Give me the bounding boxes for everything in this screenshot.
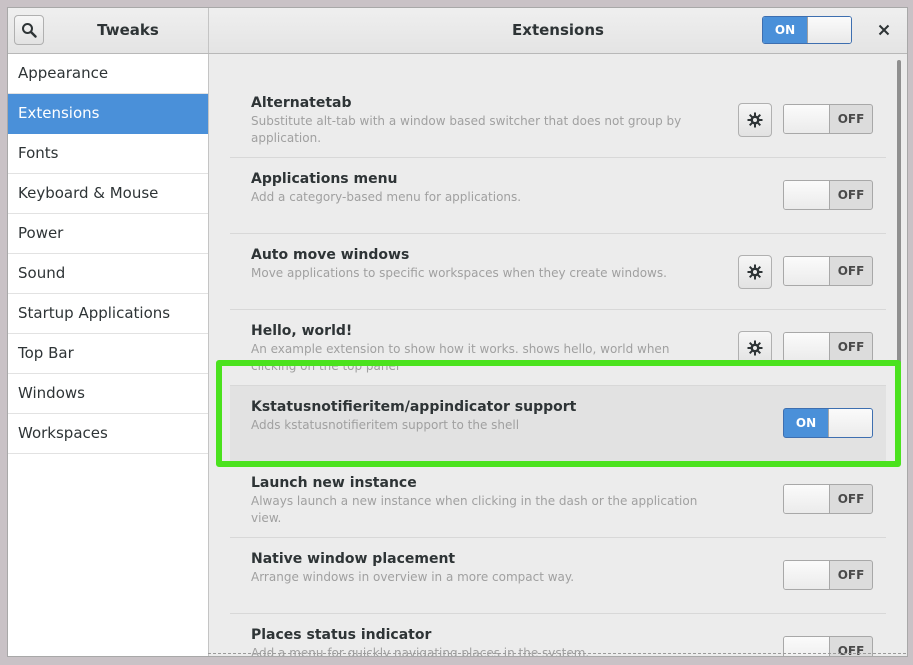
extension-name: Native window placement [251, 551, 456, 567]
master-switch-knob [807, 17, 851, 43]
switch-knob [784, 105, 830, 133]
switch-knob [784, 561, 830, 589]
extension-description: Arrange windows in overview in a more co… [251, 570, 575, 584]
extension-row-kstatusnotifieritem: Kstatusnotifieritem/appindicator support… [230, 386, 886, 462]
extension-description: An example extension to show how it work… [251, 342, 670, 373]
switch-state-label: OFF [837, 492, 865, 506]
extension-name: Places status indicator [251, 627, 432, 643]
switch-state-label: OFF [837, 112, 865, 126]
extension-settings-button[interactable] [738, 331, 772, 365]
sidebar-item-appearance[interactable]: Appearance [8, 54, 208, 94]
switch-state-label: OFF [837, 188, 865, 202]
extension-name: Hello, world! [251, 323, 353, 339]
extension-toggle-switch[interactable]: OFF [783, 180, 873, 210]
extension-row-places-status-indicator: Places status indicator Add a menu for q… [230, 614, 886, 656]
app-title: Tweaks [97, 21, 159, 39]
sidebar-item-power[interactable]: Power [8, 214, 208, 254]
search-icon [22, 23, 37, 38]
gear-icon [747, 340, 763, 356]
extension-settings-button[interactable] [738, 255, 772, 289]
extension-toggle-switch[interactable]: OFF [783, 256, 873, 286]
extension-settings-button[interactable] [738, 103, 772, 137]
switch-knob [784, 181, 830, 209]
close-button[interactable] [870, 16, 898, 44]
extension-toggle-switch[interactable]: ON [783, 408, 873, 438]
extension-description: Move applications to specific workspaces… [251, 266, 667, 280]
switch-knob [784, 257, 830, 285]
master-switch-label: ON [763, 17, 807, 43]
extension-name: Alternatetab [251, 95, 352, 111]
extension-description: Always launch a new instance when clicki… [251, 494, 698, 525]
window-bottom-edge [208, 653, 906, 654]
search-button[interactable] [14, 15, 44, 45]
switch-state-label: OFF [837, 568, 865, 582]
extension-row-native-window-placement: Native window placement Arrange windows … [230, 538, 886, 614]
extension-toggle-switch[interactable]: OFF [783, 560, 873, 590]
sidebar-item-fonts[interactable]: Fonts [8, 134, 208, 174]
extension-description: Substitute alt-tab with a window based s… [251, 114, 682, 145]
sidebar: Appearance Extensions Fonts Keyboard & M… [8, 54, 209, 656]
sidebar-item-sound[interactable]: Sound [8, 254, 208, 294]
header-bar: Tweaks Extensions ON [8, 8, 907, 54]
switch-state-label: OFF [837, 264, 865, 278]
switch-knob [784, 485, 830, 513]
extension-toggle-switch[interactable]: OFF [783, 104, 873, 134]
switch-state-label: ON [795, 416, 817, 430]
header-left: Tweaks [8, 8, 209, 53]
extension-description: Add a menu for quickly navigating places… [251, 646, 590, 656]
extension-name: Auto move windows [251, 247, 410, 263]
extension-name: Applications menu [251, 171, 398, 187]
extension-description: Add a category-based menu for applicatio… [251, 190, 522, 204]
switch-state-label: OFF [837, 340, 865, 354]
extensions-list: Alternatetab Substitute alt-tab with a w… [209, 54, 907, 656]
gear-icon [747, 112, 763, 128]
tweaks-window: Tweaks Extensions ON Appearance Extensio… [7, 7, 908, 657]
extensions-master-switch[interactable]: ON [762, 16, 852, 44]
extension-description: Adds kstatusnotifieritem support to the … [251, 418, 520, 432]
extension-row-alternatetab: Alternatetab Substitute alt-tab with a w… [230, 82, 886, 158]
sidebar-item-workspaces[interactable]: Workspaces [8, 414, 208, 454]
sidebar-item-keyboard-mouse[interactable]: Keyboard & Mouse [8, 174, 208, 214]
sidebar-item-windows[interactable]: Windows [8, 374, 208, 414]
extension-name: Kstatusnotifieritem/appindicator support [251, 399, 577, 415]
extension-toggle-switch[interactable]: OFF [783, 484, 873, 514]
sidebar-item-extensions[interactable]: Extensions [8, 94, 208, 134]
extension-row-applications-menu: Applications menu Add a category-based m… [230, 158, 886, 234]
extension-toggle-switch[interactable]: OFF [783, 332, 873, 362]
extension-row-launch-new-instance: Launch new instance Always launch a new … [230, 462, 886, 538]
switch-knob [828, 409, 872, 437]
close-icon [878, 24, 890, 36]
gear-icon [747, 264, 763, 280]
extension-row-auto-move-windows: Auto move windows Move applications to s… [230, 234, 886, 310]
content-scrollbar[interactable] [897, 60, 901, 378]
sidebar-item-startup-applications[interactable]: Startup Applications [8, 294, 208, 334]
sidebar-item-top-bar[interactable]: Top Bar [8, 334, 208, 374]
extension-name: Launch new instance [251, 475, 417, 491]
switch-knob [784, 333, 830, 361]
extension-row-hello-world: Hello, world! An example extension to sh… [230, 310, 886, 386]
